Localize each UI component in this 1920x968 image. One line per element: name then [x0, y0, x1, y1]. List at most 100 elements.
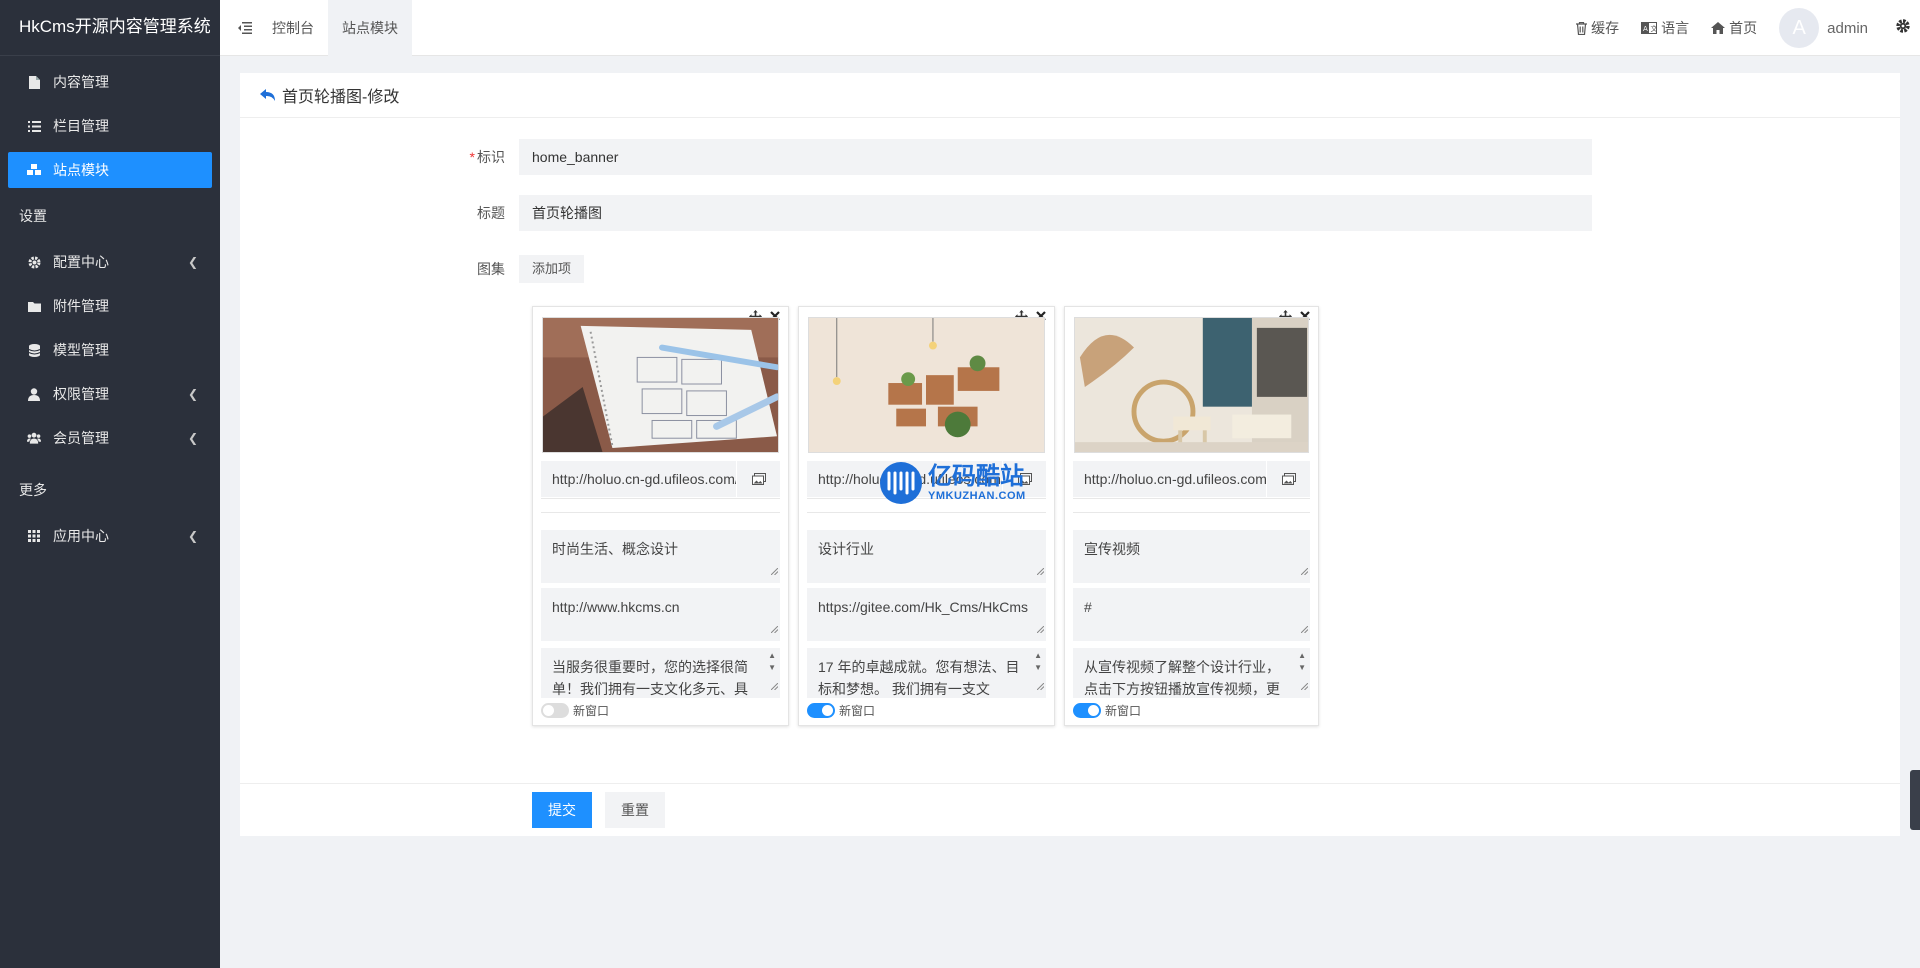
sidebar-main-group: 内容管理 栏目管理 站点模块: [0, 64, 220, 188]
side-drawer-handle[interactable]: [1910, 770, 1920, 830]
sidebar-item-label: 模型管理: [53, 342, 109, 358]
resize-grip-icon[interactable]: [770, 559, 779, 581]
new-window-row: 新窗口: [807, 702, 875, 719]
card-desc-textarea[interactable]: 当服务很重要时，您的选择很简单！我们拥有一支文化多元、具 ▲ ▼: [541, 648, 780, 698]
card-desc-textarea[interactable]: 17 年的卓越成就。您有想法、目标和梦想。 我们拥有一支文 ▲ ▼: [807, 648, 1046, 698]
card-link-text: http://www.hkcms.cn: [552, 599, 680, 615]
trash-icon: [1576, 21, 1588, 35]
scroll-arrows-icon[interactable]: ▲ ▼: [1298, 650, 1306, 674]
home-icon: [1711, 22, 1726, 34]
top-bar: 控制台 站点模块 缓存 A文 语言 首页 A admin: [220, 0, 1920, 56]
sidebar-item-content[interactable]: 内容管理: [8, 64, 212, 100]
tab-site-module[interactable]: 站点模块: [328, 0, 412, 56]
resize-grip-icon[interactable]: [770, 674, 779, 696]
resize-grip-icon[interactable]: [1300, 617, 1309, 639]
new-window-toggle[interactable]: [1073, 703, 1101, 718]
page-header: 首页轮播图-修改: [240, 73, 1900, 118]
new-window-toggle[interactable]: [541, 703, 569, 718]
reset-button[interactable]: 重置: [605, 792, 665, 828]
svg-text:A: A: [1643, 25, 1648, 33]
image-picker-icon[interactable]: [736, 461, 780, 497]
resize-grip-icon[interactable]: [1036, 559, 1045, 581]
database-icon: [27, 343, 41, 357]
watermark-logo-icon: [880, 462, 922, 504]
user-icon: [27, 387, 41, 401]
gallery-cards: http://holuo.cn-gd.ufileos.com/ 时尚生活、概念设…: [532, 306, 1328, 726]
card-divider: [541, 512, 780, 513]
sidebar-item-label: 配置中心: [53, 254, 109, 270]
card-desc-text: 当服务很重要时，您的选择很简单！我们拥有一支文化多元、具: [552, 659, 748, 697]
grid-icon: [27, 529, 41, 543]
scroll-arrows-icon[interactable]: ▲ ▼: [1034, 650, 1042, 674]
card-title-textarea[interactable]: 设计行业: [807, 530, 1046, 583]
image-picker-icon[interactable]: [1266, 461, 1310, 497]
new-window-label: 新窗口: [573, 704, 610, 718]
sidebar-item-attachments[interactable]: 附件管理: [8, 288, 212, 324]
image-url-input[interactable]: http://holuo.cn-gd.ufileos.com/: [541, 461, 736, 497]
card-desc-textarea[interactable]: 从宣传视频了解整个设计行业，点击下方按钮播放宣传视频，更 ▲ ▼: [1073, 648, 1310, 698]
card-title-textarea[interactable]: 宣传视频: [1073, 530, 1310, 583]
new-window-toggle[interactable]: [807, 703, 835, 718]
page-title: 首页轮播图-修改: [282, 89, 400, 106]
card-divider: [807, 512, 1046, 513]
svg-text:文: 文: [1651, 24, 1658, 33]
card-desc-text: 从宣传视频了解整个设计行业，点击下方按钮播放宣传视频，更: [1084, 659, 1280, 697]
chevron-left-icon: ❮: [187, 255, 198, 269]
card-title-textarea[interactable]: 时尚生活、概念设计: [541, 530, 780, 583]
gear-icon: [27, 255, 41, 269]
top-right-links: 缓存 A文 语言 首页 A admin: [1576, 0, 1920, 56]
username[interactable]: admin: [1827, 20, 1868, 37]
sidebar-item-permissions[interactable]: 权限管理 ❮: [8, 376, 212, 412]
resize-grip-icon[interactable]: [1036, 674, 1045, 696]
chevron-left-icon: ❮: [187, 387, 198, 401]
sidebar-item-models[interactable]: 模型管理: [8, 332, 212, 368]
sidebar-item-label: 附件管理: [53, 298, 109, 314]
card-link-textarea[interactable]: https://gitee.com/Hk_Cms/HkCms: [807, 588, 1046, 641]
sidebar-item-columns[interactable]: 栏目管理: [8, 108, 212, 144]
card-title-text: 时尚生活、概念设计: [552, 541, 678, 557]
watermark-sub: YMKUZHAN.COM: [928, 490, 1026, 502]
gallery-label: 图集: [477, 261, 505, 277]
back-arrow-icon[interactable]: [260, 88, 276, 102]
resize-grip-icon[interactable]: [1300, 674, 1309, 696]
title-input[interactable]: 首页轮播图: [519, 195, 1592, 231]
card-image: [1074, 317, 1309, 453]
avatar[interactable]: A: [1779, 8, 1820, 48]
language-link[interactable]: A文 语言: [1641, 18, 1689, 38]
folder-icon: [27, 299, 41, 313]
menu-toggle-icon[interactable]: [232, 0, 258, 56]
sidebar-item-apps[interactable]: 应用中心 ❮: [8, 518, 212, 554]
resize-grip-icon[interactable]: [770, 617, 779, 639]
card-link-textarea[interactable]: #: [1073, 588, 1310, 641]
watermark-name: 亿码酷站: [928, 463, 1024, 490]
form-row-id: * 标识 home_banner: [240, 139, 1592, 175]
submit-button[interactable]: 提交: [532, 792, 592, 828]
card-link-textarea[interactable]: http://www.hkcms.cn: [541, 588, 780, 641]
tab-dashboard[interactable]: 控制台: [258, 0, 328, 56]
sidebar-item-config[interactable]: 配置中心 ❮: [8, 244, 212, 280]
sidebar-section-more: 更多: [19, 482, 47, 498]
list-icon: [27, 119, 41, 133]
scroll-arrows-icon[interactable]: ▲ ▼: [768, 650, 776, 674]
cache-label: 缓存: [1591, 20, 1620, 36]
sidebar-item-site-module[interactable]: 站点模块: [8, 152, 212, 188]
language-icon: A文: [1641, 22, 1658, 34]
sidebar-item-label: 站点模块: [53, 162, 109, 178]
image-url-input[interactable]: http://holuo.cn-gd.ufileos.com/: [1073, 461, 1266, 497]
card-link-text: #: [1084, 599, 1092, 615]
id-input[interactable]: home_banner: [519, 139, 1592, 175]
cache-link[interactable]: 缓存: [1576, 18, 1619, 38]
image-url-row: http://holuo.cn-gd.ufileos.com/: [1073, 461, 1310, 499]
id-label-text: 标识: [477, 149, 505, 165]
form-row-gallery: 图集 添加项: [240, 255, 585, 283]
title-label: 标题: [477, 205, 505, 221]
watermark: 亿码酷站 YMKUZHAN.COM: [880, 462, 1026, 504]
resize-grip-icon[interactable]: [1300, 559, 1309, 581]
add-item-button[interactable]: 添加项: [519, 255, 585, 283]
sidebar-item-members[interactable]: 会员管理 ❮: [8, 420, 212, 456]
settings-gear-icon[interactable]: [1896, 18, 1910, 38]
form-row-title: 标题 首页轮播图: [240, 195, 1592, 231]
home-link[interactable]: 首页: [1711, 18, 1757, 38]
resize-grip-icon[interactable]: [1036, 617, 1045, 639]
chevron-left-icon: ❮: [187, 529, 198, 543]
